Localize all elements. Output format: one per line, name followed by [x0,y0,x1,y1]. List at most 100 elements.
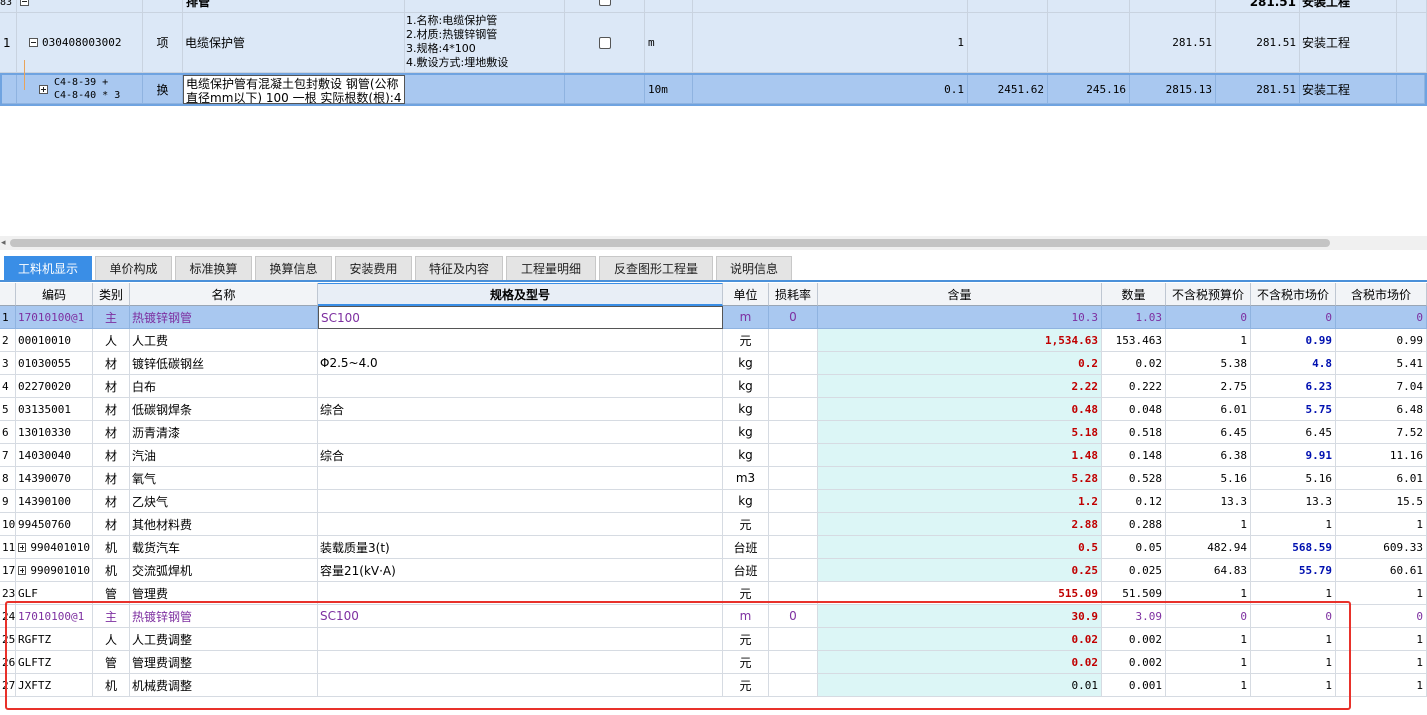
cell-spec[interactable] [318,513,723,536]
cell-spec[interactable]: SC100 [318,605,723,628]
cell-name[interactable]: 热镀锌钢管 [130,306,318,329]
cell-market-price[interactable]: 1 [1251,674,1336,697]
cell-tax-market-price[interactable]: 1 [1336,628,1427,651]
cell-loss-rate[interactable] [769,398,818,421]
cell-tax-market-price[interactable]: 0 [1336,306,1427,329]
material-row[interactable]: 9 14390100 材乙炔气 kg 1.2 0.12 13.3 13.3 15.5 [0,490,1427,513]
cell-budget-price[interactable]: 1 [1166,628,1251,651]
cell-code[interactable]: 99450760 [16,513,93,536]
cell-code[interactable]: 00010010 [16,329,93,352]
cell-loss-rate[interactable] [769,421,818,444]
cell-code[interactable]: 03135001 [16,398,93,421]
cell-code[interactable]: 990401010 [16,536,93,559]
item-features[interactable]: 1.名称:电缆保护管 2.材质:热镀锌钢管 3.规格:4*100 4.敷设方式:… [405,13,565,73]
cell-content[interactable]: 5.28 [818,467,1102,490]
cell-spec[interactable] [318,674,723,697]
material-row[interactable]: 23 GLF 管管理费元 515.09 51.509 1 1 1 [0,582,1427,605]
cell-quantity[interactable]: 0.002 [1102,628,1166,651]
cell-quantity[interactable]: 1.03 [1102,306,1166,329]
tab-unit-price[interactable]: 单价构成 [95,256,172,280]
cell-unit[interactable]: kg [723,375,769,398]
cell-code[interactable]: 17010100@1 [16,605,93,628]
cell-spec[interactable]: Φ2.5~4.0 [318,352,723,375]
cell-name[interactable]: 乙炔气 [130,490,318,513]
cell-unit[interactable]: 台班 [723,559,769,582]
cell-content[interactable]: 0.48 [818,398,1102,421]
cell-name[interactable]: 白布 [130,375,318,398]
cell-budget-price[interactable]: 5.38 [1166,352,1251,375]
cell-unit[interactable]: m [723,306,769,329]
cell-tax-market-price[interactable]: 1 [1336,651,1427,674]
cell-budget-price[interactable]: 0 [1166,306,1251,329]
cell-quantity[interactable]: 0.518 [1102,421,1166,444]
cell-market-price[interactable]: 0 [1251,306,1336,329]
horizontal-scrollbar[interactable]: ◂ [0,236,1427,250]
cell-code[interactable]: 14030040 [16,444,93,467]
cell-market-price[interactable]: 1 [1251,651,1336,674]
cell-unit[interactable]: 元 [723,628,769,651]
material-row[interactable]: 24 17010100@1 主热镀锌钢管 SC100 m 0 30.9 3.09 0 0 0 [0,605,1427,628]
material-row[interactable]: 4 02270020 材白布 kg 2.22 0.222 2.75 6.23 7.04 [0,375,1427,398]
header-quantity[interactable]: 数量 [1102,283,1166,306]
cell-content[interactable]: 30.9 [818,605,1102,628]
cell-content[interactable]: 0.25 [818,559,1102,582]
cell-tax-market-price[interactable]: 1 [1336,513,1427,536]
cell-market-price[interactable]: 1 [1251,582,1336,605]
cell-market-price[interactable]: 13.3 [1251,490,1336,513]
cell-unit[interactable]: kg [723,398,769,421]
material-row[interactable]: 27 JXFTZ 机机械费调整元 0.01 0.001 1 1 1 [0,674,1427,697]
scrollbar-thumb[interactable] [10,239,1330,247]
cell-tax-market-price[interactable]: 609.33 [1336,536,1427,559]
sub-code-cell[interactable]: C4-8-39 + C4-8-40 * 3 [17,75,143,104]
header-content[interactable]: 含量 [818,283,1102,306]
cell-code[interactable]: JXFTZ [16,674,93,697]
cell-spec[interactable]: 容量21(kV·A) [318,559,723,582]
cell-spec[interactable] [318,582,723,605]
header-spec[interactable]: 规格及型号 [318,283,723,306]
cell-budget-price[interactable]: 5.16 [1166,467,1251,490]
cell-market-price[interactable]: 568.59 [1251,536,1336,559]
item-checkbox[interactable] [565,13,645,73]
cell-tax-market-price[interactable]: 0.99 [1336,329,1427,352]
header-category[interactable]: 类别 [93,283,130,306]
cell-unit[interactable]: kg [723,444,769,467]
cell-name[interactable]: 交流弧焊机 [130,559,318,582]
cell-market-price[interactable]: 4.8 [1251,352,1336,375]
cell-quantity[interactable]: 0.288 [1102,513,1166,536]
cell-spec[interactable]: SC100 [318,306,723,329]
cell-budget-price[interactable]: 1 [1166,651,1251,674]
cell-budget-price[interactable]: 6.38 [1166,444,1251,467]
header-name[interactable]: 名称 [130,283,318,306]
cell-unit[interactable]: 元 [723,651,769,674]
cell-content[interactable]: 1.2 [818,490,1102,513]
cell-market-price[interactable]: 1 [1251,628,1336,651]
cell-unit[interactable]: kg [723,421,769,444]
cell-market-price[interactable]: 5.75 [1251,398,1336,421]
collapse-toggle[interactable] [17,0,143,13]
cell-tax-market-price[interactable]: 5.41 [1336,352,1427,375]
cell-name[interactable]: 低碳钢焊条 [130,398,318,421]
cell-market-price[interactable]: 6.23 [1251,375,1336,398]
item-code-cell[interactable]: 030408003002 [17,13,143,73]
material-row[interactable]: 17 990901010 机交流弧焊机 容量21(kV·A) 台班 0.25 0.025 64… [0,559,1427,582]
cell-budget-price[interactable]: 1 [1166,329,1251,352]
cell-code[interactable]: 990901010 [16,559,93,582]
header-tax-market-price[interactable]: 含税市场价 [1336,283,1427,306]
cell-loss-rate[interactable] [769,467,818,490]
cell-quantity[interactable]: 3.09 [1102,605,1166,628]
cell-spec[interactable]: 综合 [318,444,723,467]
cell-code[interactable]: 14390100 [16,490,93,513]
cell-loss-rate[interactable] [769,352,818,375]
cell-unit[interactable]: m [723,605,769,628]
header-code[interactable]: 编码 [16,283,93,306]
cell-tax-market-price[interactable]: 15.5 [1336,490,1427,513]
material-row[interactable]: 2 00010010 人人工费元 1,534.63 153.463 1 0.99 0.99 [0,329,1427,352]
cell-tax-market-price[interactable]: 7.04 [1336,375,1427,398]
cell-loss-rate[interactable] [769,329,818,352]
tab-install-cost[interactable]: 安装费用 [335,256,412,280]
material-row[interactable]: 26 GLFTZ 管管理费调整元 0.02 0.002 1 1 1 [0,651,1427,674]
sub-qty[interactable]: 0.1 [693,75,968,104]
cell-code[interactable]: 13010330 [16,421,93,444]
item-name[interactable]: 电缆保护管 [183,13,405,73]
cell-market-price[interactable]: 1 [1251,513,1336,536]
